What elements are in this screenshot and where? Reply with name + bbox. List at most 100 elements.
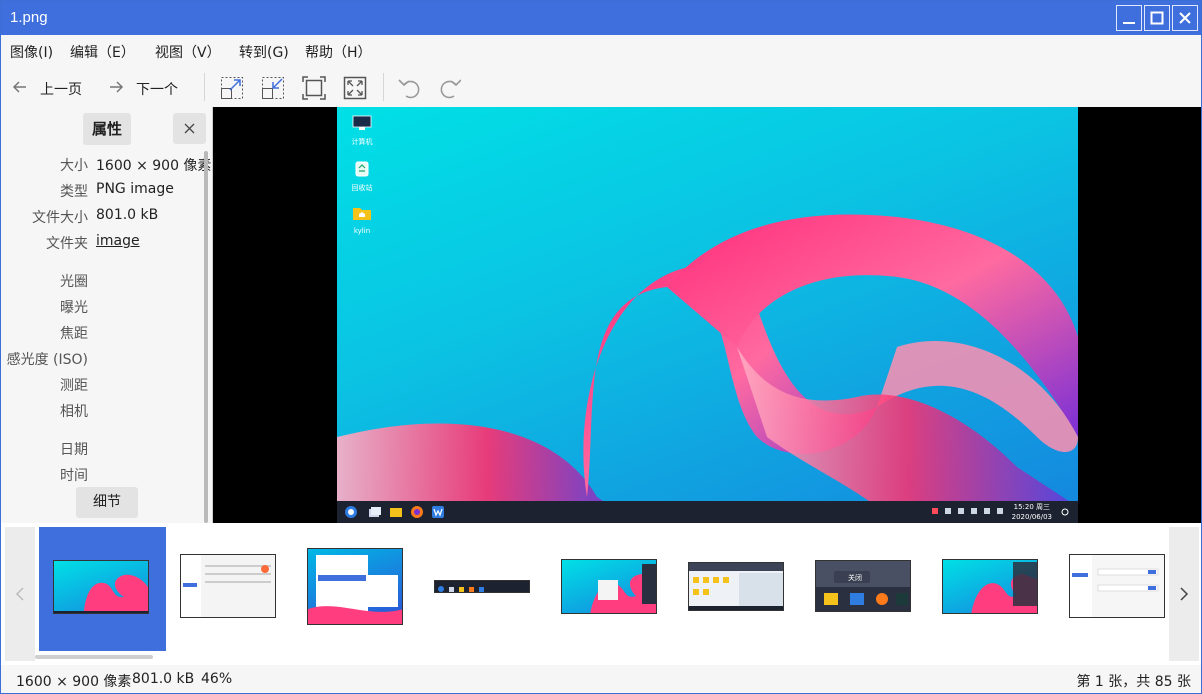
prop-label-camera: 相机 — [60, 404, 88, 420]
menu-help[interactable]: 帮助（H） — [305, 42, 372, 62]
desktop-icon-computer: 计算机 — [342, 115, 382, 147]
status-position: 第 1 张，共 85 张 — [1076, 674, 1191, 690]
notification-icon — [1061, 508, 1069, 516]
tray-icon — [958, 508, 964, 514]
thumbnail-image — [971, 562, 1037, 613]
prop-value-filesize: 801.0 kB — [96, 207, 159, 223]
maximize-button[interactable] — [1144, 5, 1170, 31]
menu-image[interactable]: 图像(I) — [10, 42, 53, 62]
close-icon — [184, 123, 195, 134]
clock-date: 2020/06/03 — [1011, 513, 1052, 521]
properties-panel: 属性 大小 1600 × 900 像素 类型 PNG image 文件大小 80… — [1, 107, 213, 523]
close-button[interactable] — [1172, 5, 1198, 31]
prop-label-aperture: 光圈 — [60, 274, 88, 290]
close-icon — [1179, 12, 1191, 24]
thumbnail-1[interactable] — [53, 560, 149, 614]
strip-prev-button[interactable] — [5, 527, 35, 661]
desktop-taskbar: 15:20 周三 2020/06/03 — [337, 501, 1078, 523]
maximize-icon — [1150, 11, 1164, 25]
next-button[interactable]: 下一个 — [136, 79, 178, 99]
thumbnail-6[interactable] — [688, 562, 784, 611]
clock-time: 15:20 周三 — [1013, 503, 1051, 511]
desktop-icon-label: 回收站 — [351, 184, 373, 192]
displayed-image: 计算机 回收站 kylin 15:20 周三 2020/06/03 — [337, 107, 1078, 523]
prop-label-iso: 感光度 (ISO) — [6, 352, 88, 368]
folder-home-icon — [353, 208, 371, 220]
prop-label-focal: 焦距 — [60, 326, 88, 342]
tray-icon — [997, 508, 1003, 514]
panel-scrollbar[interactable] — [204, 151, 208, 523]
thumbnail-5[interactable] — [561, 559, 657, 614]
monitor-icon — [352, 115, 372, 130]
rotate-left-icon[interactable] — [397, 76, 421, 100]
desktop-icon-trash: 回收站 — [342, 159, 382, 193]
minimize-button[interactable] — [1116, 5, 1142, 31]
thumbnail-image — [689, 563, 783, 610]
chevron-right-icon — [1180, 587, 1189, 601]
image-viewer-window: 1.png 图像(I) 编辑（E） 视图（V） 转到(G) 帮助（H） 上一页 … — [0, 0, 1202, 694]
prop-label-type: 类型 — [60, 184, 88, 200]
folder-link[interactable]: image — [96, 233, 140, 249]
tray-icon — [984, 508, 990, 514]
minimize-icon — [1123, 22, 1135, 24]
system-tray — [932, 508, 1012, 516]
strip-scrollbar[interactable] — [35, 655, 153, 659]
previous-button[interactable]: 上一页 — [40, 79, 82, 99]
prop-label-folder: 文件夹 — [46, 236, 88, 252]
menu-goto[interactable]: 转到(G) — [239, 42, 289, 62]
menu-edit[interactable]: 编辑（E） — [70, 42, 135, 62]
tray-icon — [945, 508, 951, 514]
wps-icon — [432, 506, 444, 518]
menu-view[interactable]: 视图（V） — [155, 42, 221, 62]
properties-tab[interactable]: 属性 — [83, 113, 131, 145]
chevron-left-icon — [15, 587, 24, 601]
start-menu-icon — [345, 506, 357, 518]
fit-window-icon[interactable] — [343, 76, 367, 100]
arrow-left-icon[interactable] — [10, 77, 34, 101]
desktop-icon-label: 计算机 — [351, 138, 373, 146]
prop-label-time: 时间 — [60, 468, 88, 484]
status-filesize: 801.0 kB — [132, 671, 195, 687]
prop-label-size: 大小 — [60, 158, 88, 174]
thumbnail-image — [54, 574, 148, 613]
details-button[interactable]: 细节 — [76, 487, 138, 518]
prop-value-type: PNG image — [96, 181, 174, 197]
toolbar: 上一页 下一个 — [1, 67, 1201, 107]
image-canvas[interactable]: 计算机 回收站 kylin 15:20 周三 2020/06/03 — [213, 107, 1201, 523]
title-bar: 1.png — [1, 1, 1201, 35]
thumbnail-4[interactable] — [434, 580, 530, 593]
thumbnail-image — [181, 555, 271, 617]
rotate-right-icon[interactable] — [437, 76, 461, 100]
tray-icon — [971, 508, 977, 514]
zoom-in-icon[interactable] — [220, 76, 244, 100]
file-manager-icon — [390, 508, 402, 517]
thumbnail-2[interactable] — [180, 554, 276, 618]
prop-label-filesize: 文件大小 — [32, 210, 88, 226]
thumbnail-image — [590, 564, 656, 613]
thumbnail-8[interactable] — [942, 559, 1038, 614]
prop-value-size: 1600 × 900 像素 — [96, 158, 212, 174]
thumbnail-9[interactable] — [1069, 554, 1165, 618]
firefox-icon — [411, 506, 423, 518]
prop-label-date: 日期 — [60, 442, 88, 458]
arrow-right-icon[interactable] — [106, 77, 130, 101]
toolbar-separator — [383, 73, 384, 101]
taskbar-clock: 15:20 周三 2020/06/03 — [1012, 502, 1052, 522]
desktop-icon-home: kylin — [342, 205, 382, 235]
zoom-out-icon[interactable] — [261, 76, 285, 100]
window-switcher-icon — [369, 507, 381, 517]
actual-size-icon[interactable] — [302, 76, 326, 100]
thumbnail-image — [438, 586, 484, 592]
thumbnail-strip: 关闭 — [1, 523, 1201, 665]
panel-close-button[interactable] — [173, 113, 206, 144]
thumbnail-7[interactable]: 关闭 — [815, 560, 911, 612]
window-title: 1.png — [10, 9, 48, 26]
tray-icon — [932, 508, 938, 514]
prop-label-metering: 测距 — [60, 378, 88, 394]
wallpaper-swirl — [337, 214, 1078, 523]
strip-next-button[interactable] — [1169, 527, 1199, 661]
menu-bar: 图像(I) 编辑（E） 视图（V） 转到(G) 帮助（H） — [1, 35, 1201, 67]
thumbnail-3[interactable] — [307, 548, 403, 625]
thumbnail-image: 关闭 — [816, 561, 910, 605]
status-zoom: 46% — [201, 671, 233, 687]
